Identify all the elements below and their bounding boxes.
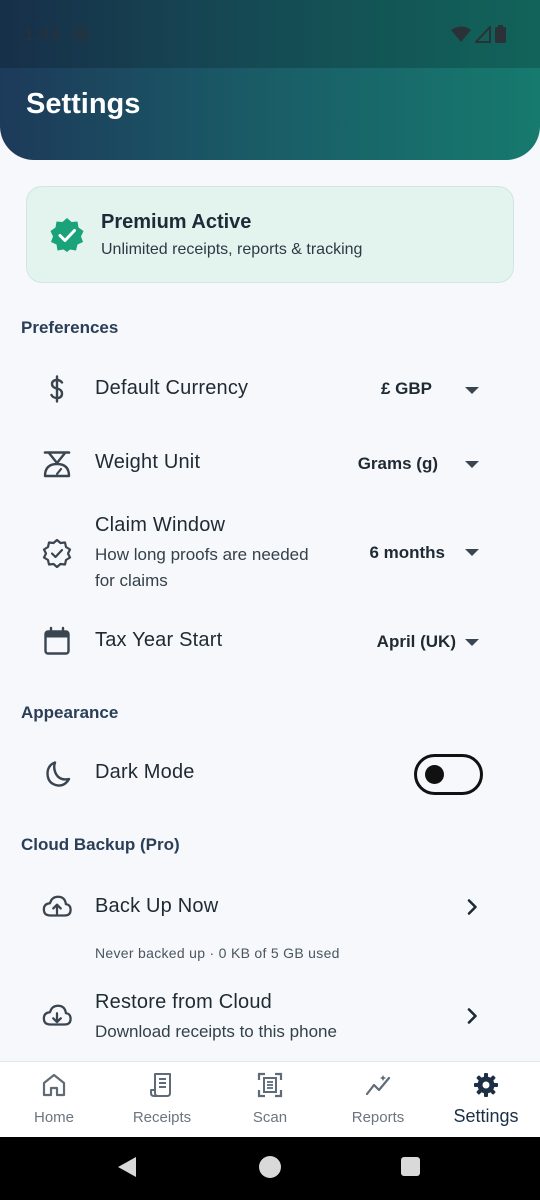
nav-item-receipts[interactable]: Receipts: [108, 1062, 216, 1138]
system-navigation-bar: [0, 1137, 540, 1200]
dark-mode-label: Dark Mode: [95, 761, 195, 783]
back-icon[interactable]: [118, 1157, 136, 1177]
chevron-right-icon: [467, 899, 477, 915]
signal-icon: [475, 25, 491, 43]
restore-from-cloud-label: Restore from Cloud: [95, 991, 272, 1013]
page-title: Settings: [26, 88, 141, 120]
settings-screen: 1:43 Settings Premium Active Unlimited r…: [0, 0, 540, 1200]
cloud-upload-icon: [42, 895, 72, 917]
caret-down-icon: [465, 549, 479, 556]
nav-label-home: Home: [33, 1109, 74, 1126]
premium-subtitle: Unlimited receipts, reports & tracking: [101, 241, 363, 258]
nav-item-home[interactable]: Home: [0, 1062, 108, 1138]
badge-check-icon: [42, 538, 72, 568]
claim-window-subtitle-line1: How long proofs are needed: [95, 545, 309, 564]
restore-from-cloud-row[interactable]: Restore from Cloud Download receipts to …: [0, 986, 540, 1048]
calendar-icon: [44, 626, 70, 655]
nav-label-receipts: Receipts: [132, 1109, 192, 1126]
weight-unit-row[interactable]: Weight Unit Grams (g): [0, 434, 540, 494]
verified-badge-icon: [50, 218, 84, 252]
tax-year-start-label: Tax Year Start: [95, 629, 223, 651]
caret-down-icon: [465, 461, 479, 468]
default-currency-row[interactable]: Default Currency £ GBP: [0, 360, 540, 420]
section-title-cloud-backup: Cloud Backup (Pro): [21, 835, 180, 854]
section-title-preferences: Preferences: [21, 318, 119, 337]
back-up-now-label: Back Up Now: [95, 895, 219, 917]
claim-window-subtitle-line2: for claims: [95, 571, 168, 590]
moon-icon: [46, 761, 71, 787]
recents-icon[interactable]: [401, 1157, 420, 1176]
dark-mode-toggle[interactable]: [414, 754, 483, 795]
premium-card: Premium Active Unlimited receipts, repor…: [26, 186, 514, 283]
home-circle-icon[interactable]: [259, 1156, 281, 1178]
section-title-appearance: Appearance: [21, 703, 119, 722]
caret-down-icon: [465, 639, 479, 646]
claim-window-value[interactable]: 6 months: [340, 543, 445, 563]
status-icons: [451, 25, 506, 43]
battery-icon: [495, 25, 506, 43]
caret-down-icon: [465, 387, 479, 394]
claim-window-row[interactable]: Claim Window How long proofs are needed …: [0, 508, 540, 598]
nav-item-settings[interactable]: Settings: [432, 1062, 540, 1138]
nav-item-reports[interactable]: Reports: [324, 1062, 432, 1138]
wifi-icon: [451, 26, 471, 42]
header: 1:43 Settings: [0, 0, 540, 160]
default-currency-label: Default Currency: [95, 377, 249, 399]
home-icon: [42, 1073, 66, 1097]
bottom-nav: Home Receipts Scan Reports Settings: [0, 1061, 540, 1137]
nav-label-settings: Settings: [453, 1106, 519, 1126]
nav-item-scan[interactable]: Scan: [216, 1062, 324, 1138]
receipt-icon: [150, 1073, 171, 1097]
nav-label-scan: Scan: [252, 1109, 288, 1126]
back-up-now-row[interactable]: Back Up Now: [0, 876, 540, 936]
claim-window-label: Claim Window: [95, 514, 226, 536]
chart-icon: [365, 1075, 391, 1096]
weight-unit-label: Weight Unit: [95, 451, 201, 473]
status-bar: 1:43: [0, 0, 540, 68]
nav-label-reports: Reports: [351, 1109, 405, 1126]
restore-from-cloud-subtitle: Download receipts to this phone: [95, 1022, 337, 1041]
scan-icon: [257, 1072, 283, 1098]
premium-title: Premium Active: [101, 211, 252, 233]
cloud-download-icon: [42, 1004, 72, 1026]
weight-unit-value[interactable]: Grams (g): [320, 454, 438, 474]
backup-status-note: Never backed up · 0 KB of 5 GB used: [95, 945, 340, 961]
chevron-right-icon: [467, 1008, 477, 1024]
default-currency-value[interactable]: £ GBP: [330, 379, 432, 399]
tax-year-start-value[interactable]: April (UK): [330, 632, 456, 652]
sync-icon: [73, 26, 89, 42]
gear-icon: [474, 1073, 498, 1097]
scale-icon: [43, 451, 71, 478]
toggle-knob: [425, 765, 444, 784]
status-time: 1:43: [24, 24, 60, 44]
tax-year-start-row[interactable]: Tax Year Start April (UK): [0, 612, 540, 672]
dollar-icon: [50, 375, 64, 403]
